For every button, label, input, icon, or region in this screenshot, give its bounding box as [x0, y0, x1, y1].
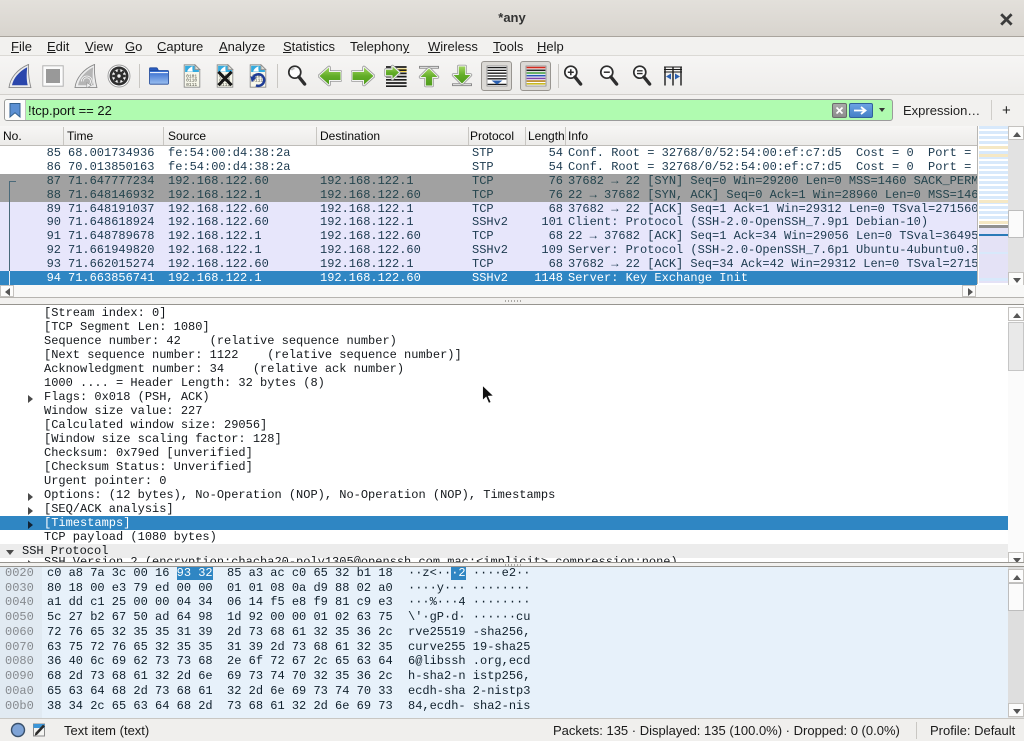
svg-text:0111: 0111 — [186, 82, 197, 88]
